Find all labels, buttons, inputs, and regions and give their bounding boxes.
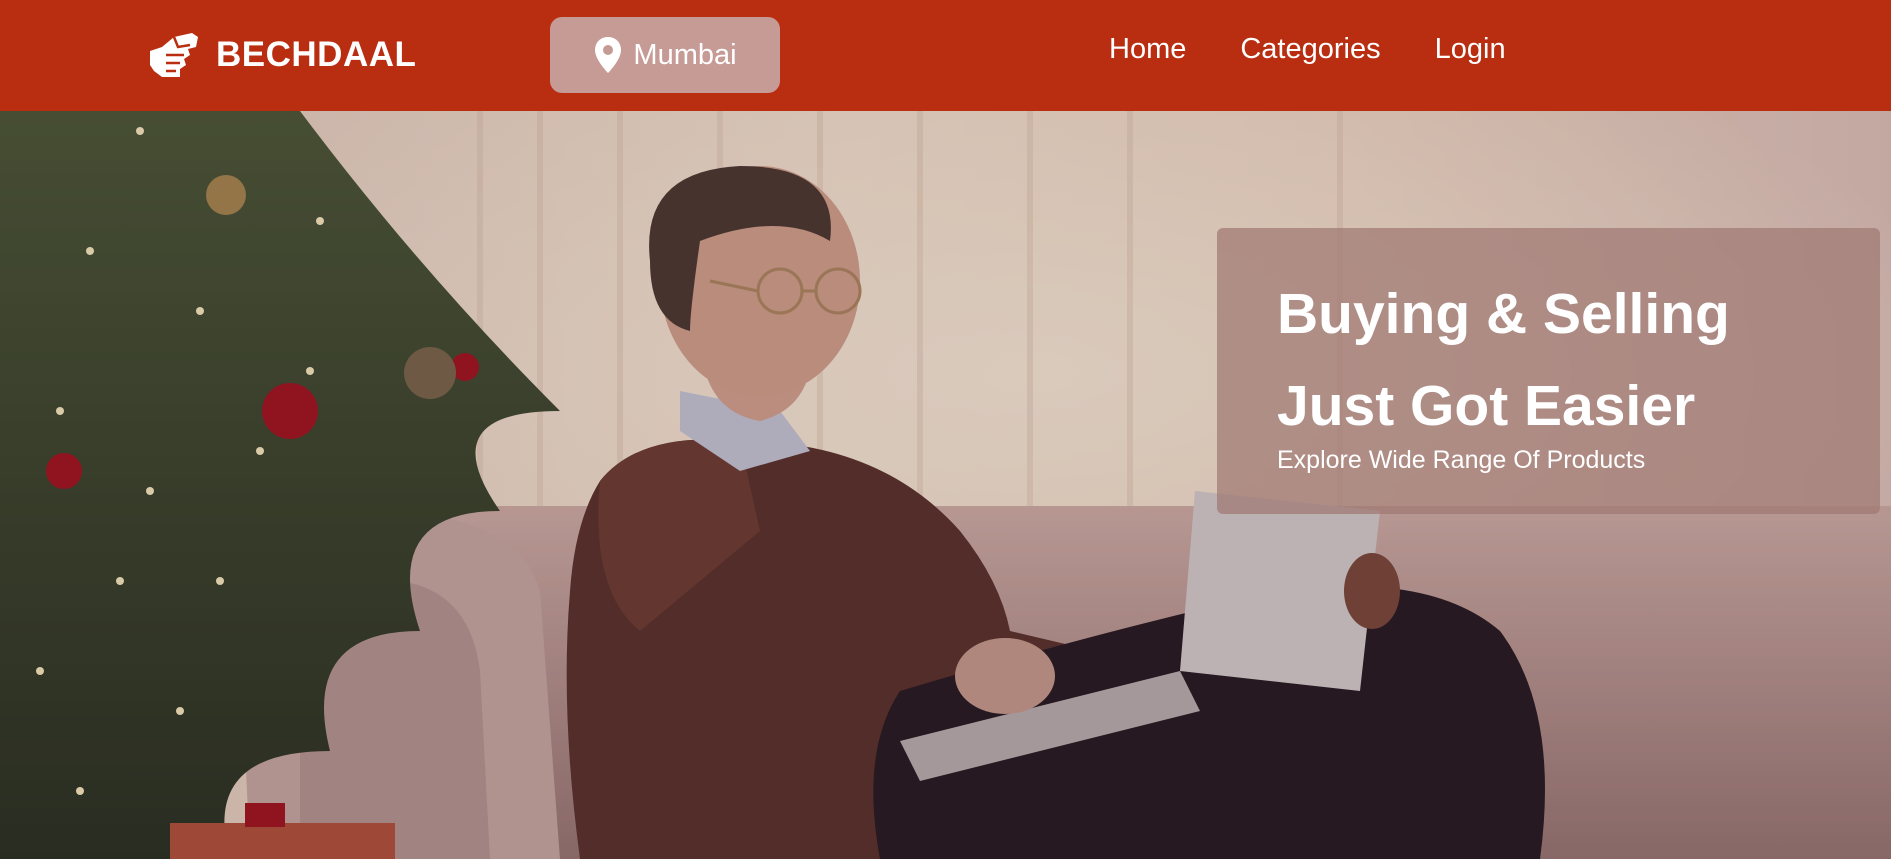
handshake-hand-icon (144, 25, 204, 85)
hero-subtitle: Explore Wide Range Of Products (1277, 446, 1646, 474)
location-selector-button[interactable]: Mumbai (550, 17, 780, 93)
hero-banner: Buying & Selling Just Got Easier Explore… (0, 111, 1891, 859)
hero-text-card: Buying & Selling Just Got Easier Explore… (1217, 228, 1880, 514)
hero-title-line-2: Just Got Easier (1277, 374, 1696, 438)
hero-title-line-1: Buying & Selling (1277, 282, 1730, 346)
main-nav: Home Categories Login (1109, 33, 1506, 66)
map-pin-icon (593, 35, 623, 75)
location-label: Mumbai (633, 38, 737, 71)
nav-login-link[interactable]: Login (1435, 33, 1506, 66)
hero-title: Buying & Selling Just Got Easier (1277, 268, 1857, 452)
brand-name: BECHDAAL (216, 35, 417, 74)
brand-logo[interactable]: BECHDAAL (144, 26, 416, 84)
nav-home-link[interactable]: Home (1109, 33, 1186, 66)
nav-categories-link[interactable]: Categories (1240, 33, 1380, 66)
navbar: BECHDAAL Mumbai Home Categories Login (0, 0, 1891, 111)
